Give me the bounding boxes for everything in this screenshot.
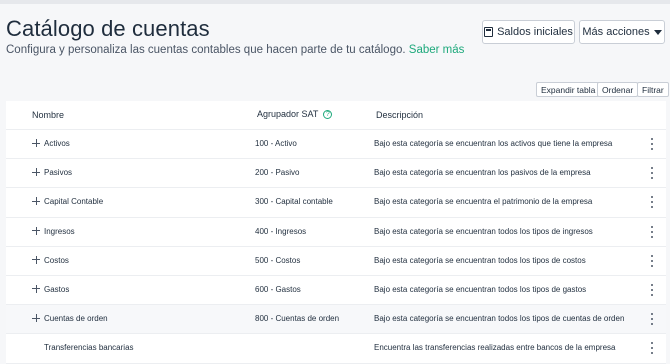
expand-plus-icon[interactable]	[32, 168, 40, 177]
cell-nombre: Transferencias bancarias	[44, 343, 134, 353]
cell-descripcion: Bajo esta categoría se encuentran los pa…	[374, 168, 591, 178]
row-menu-icon[interactable]	[649, 283, 655, 296]
calculator-icon	[484, 27, 494, 37]
row-menu-icon[interactable]	[649, 313, 655, 326]
cell-descripcion: Bajo esta categoría se encuentran todos …	[374, 314, 625, 324]
learn-more-link[interactable]: Saber más	[409, 44, 465, 56]
expand-plus-icon[interactable]	[32, 226, 40, 235]
cell-agrupador-sat: 100 - Activo	[255, 139, 297, 148]
header-agrupador-sat: Agrupador SAT ?	[257, 109, 333, 119]
cell-nombre: Capital Contable	[44, 197, 104, 207]
cell-descripcion: Encuentra las transferencias realizadas …	[374, 343, 616, 353]
cell-descripcion: Bajo esta categoría se encuentran todos …	[374, 284, 587, 294]
cell-agrupador-sat: 300 - Capital contable	[255, 197, 333, 207]
table-body: Activos 100 - Activo Bajo esta categoría s…	[6, 130, 666, 364]
cell-agrupador-sat: 200 - Pasivo	[255, 168, 300, 178]
table-row[interactable]: Costos 500 - Costos Bajo esta categoría se…	[6, 247, 666, 276]
accounts-table: Nombre Agrupador SAT ? Descripción Activ…	[6, 101, 666, 364]
table-row[interactable]: Ingresos 400 - Ingresos Bajo esta categorí…	[6, 218, 666, 247]
cell-agrupador-sat: 600 - Gastos	[255, 284, 301, 294]
table-row[interactable]: Capital Contable 300 - Capital contable Ba…	[6, 188, 666, 218]
cell-nombre: Cuentas de orden	[44, 314, 108, 324]
row-menu-icon[interactable]	[649, 138, 655, 150]
mas-acciones-button[interactable]: Más acciones	[579, 20, 665, 44]
filtrar-button[interactable]: Filtrar	[637, 82, 669, 97]
expandir-tabla-button[interactable]: Expandir tabla	[536, 82, 601, 97]
cell-nombre: Activos	[44, 139, 70, 148]
expand-plus-icon[interactable]	[32, 197, 40, 206]
table-row[interactable]: Pasivos 200 - Pasivo Bajo esta categoría s…	[6, 159, 666, 189]
header-descripcion: Descripción	[376, 110, 424, 120]
cell-descripcion: Bajo esta categoría se encuentra el patr…	[374, 197, 593, 207]
help-icon[interactable]: ?	[323, 109, 333, 119]
page-title: Catálogo de cuentas	[6, 16, 210, 41]
cell-agrupador-sat: 400 - Ingresos	[255, 226, 307, 236]
table-row[interactable]: Gastos 600 - Gastos Bajo esta categoría se…	[6, 276, 666, 306]
cell-descripcion: Bajo esta categoría se encuentran todos …	[374, 255, 586, 265]
ordenar-button[interactable]: Ordenar	[597, 82, 639, 97]
row-menu-icon[interactable]	[649, 342, 655, 355]
expand-plus-icon[interactable]	[32, 284, 40, 293]
table-row[interactable]: Transferencias bancarias Encuentra las tr…	[6, 334, 666, 364]
mas-acciones-label: Más acciones	[582, 26, 650, 38]
header-agrupador-sat-label: Agrupador SAT	[257, 109, 319, 119]
cell-nombre: Gastos	[44, 284, 70, 294]
row-menu-icon[interactable]	[649, 167, 655, 180]
cell-agrupador-sat: 800 - Cuentas de orden	[255, 314, 340, 324]
row-menu-icon[interactable]	[649, 196, 655, 209]
table-header: Nombre Agrupador SAT ? Descripción	[6, 101, 666, 130]
expand-plus-icon[interactable]	[32, 255, 40, 264]
cell-nombre: Costos	[44, 255, 69, 265]
expand-plus-icon[interactable]	[32, 139, 40, 147]
table-row[interactable]: Activos 100 - Activo Bajo esta categoría s…	[6, 130, 666, 160]
caret-down-icon	[653, 29, 662, 35]
saldos-iniciales-label: Saldos iniciales	[497, 26, 573, 38]
cell-nombre: Pasivos	[44, 168, 73, 178]
expand-plus-icon[interactable]	[32, 314, 40, 323]
page-subtitle: Configura y personaliza las cuentas cont…	[6, 44, 464, 56]
top-bar	[0, 0, 670, 4]
subtitle-text: Configura y personaliza las cuentas cont…	[6, 44, 406, 56]
cell-descripcion: Bajo esta categoría se encuentran los ac…	[374, 139, 613, 148]
cell-agrupador-sat: 500 - Costos	[255, 255, 301, 265]
row-menu-icon[interactable]	[649, 225, 655, 238]
cell-nombre: Ingresos	[44, 226, 75, 236]
cell-descripcion: Bajo esta categoría se encuentran todos …	[374, 226, 593, 236]
row-menu-icon[interactable]	[649, 254, 655, 267]
header-nombre: Nombre	[32, 110, 65, 120]
saldos-iniciales-button[interactable]: Saldos iniciales	[482, 20, 575, 44]
table-row[interactable]: Cuentas de orden 800 - Cuentas de orden Ba…	[6, 305, 666, 335]
